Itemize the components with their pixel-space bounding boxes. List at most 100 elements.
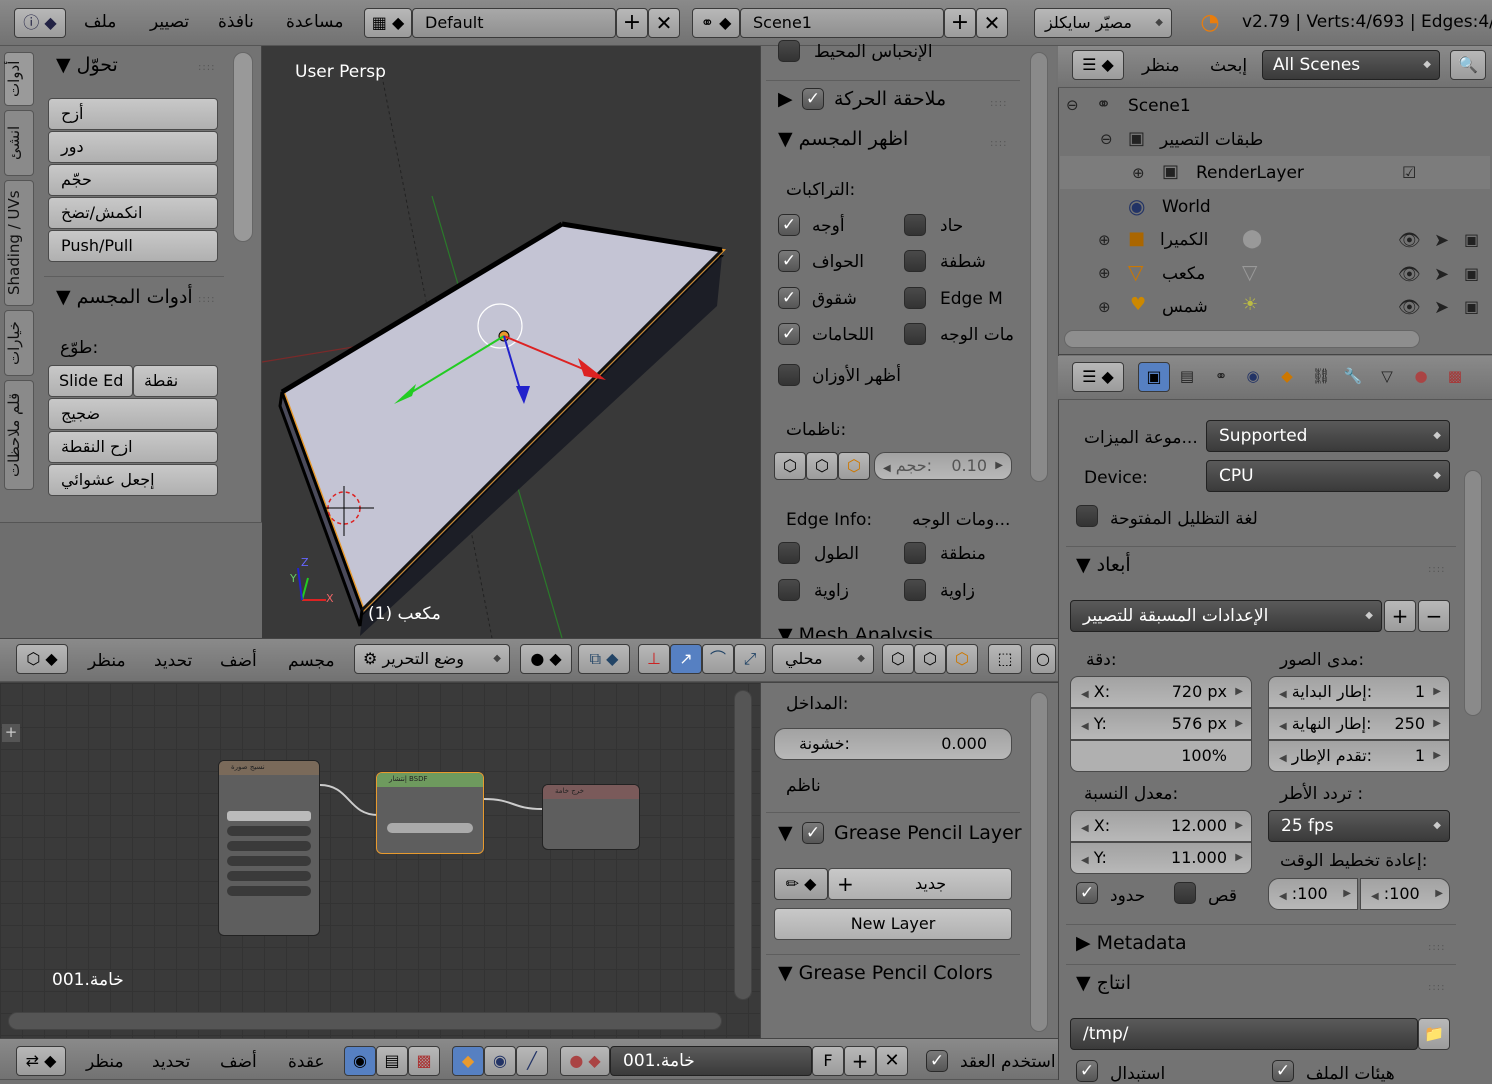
node-field[interactable] [227,856,311,866]
add-preset-button[interactable]: + [1384,600,1416,632]
view3d-view-menu[interactable]: منظر [88,651,126,671]
constraints-tab-icon[interactable]: ⛓ [1308,367,1334,385]
overwrite-checkbox[interactable]: ✓ [1076,1060,1098,1082]
vertex-select-mode[interactable]: ⬡ [882,644,914,674]
modifiers-tab-icon[interactable]: 🔧 [1340,367,1366,385]
expand-icon[interactable]: ⊕ [1098,298,1111,316]
outliner-editor-type[interactable]: ☰ ◆ [1072,50,1124,80]
add-node-plus-icon[interactable]: + [2,724,20,742]
frame-end-field[interactable]: ◀ إطار النهاية: 250 ▶ [1268,708,1450,740]
world-tab-icon[interactable]: ◉ [1240,367,1266,385]
drag-handle-icon[interactable]: :::: [1428,564,1445,575]
vertex-normals-button[interactable]: ⬡ [774,452,806,480]
drag-handle-icon[interactable]: :::: [1428,982,1445,993]
transform-header[interactable]: ▼ تحوّل [56,54,118,76]
node-select-menu[interactable]: تحديد [152,1052,190,1072]
mesh-analysis-header[interactable]: ▼ Mesh Analysis [778,624,933,638]
proportional-edit-button[interactable]: ○ [1030,644,1056,674]
crop-checkbox[interactable] [1174,882,1196,904]
render-engine-dropdown[interactable]: مصيّر سايكلز ◆ [1034,8,1172,38]
tool-push-pull-button[interactable]: Push/Pull [48,230,218,262]
outliner-item-cube[interactable]: مكعب [1162,264,1205,284]
osl-checkbox[interactable] [1076,505,1098,527]
scene-tab-icon[interactable]: ⚭ [1208,367,1234,385]
expand-icon[interactable]: ⊕ [1132,164,1145,182]
display-panel-scrollbar[interactable] [1030,52,1048,482]
material-tab-icon[interactable]: ● [1408,367,1434,385]
pivot-dropdown[interactable]: ⧉ ◆ [578,644,630,674]
file-extensions-checkbox[interactable]: ✓ [1272,1060,1294,1082]
selectable-cursor-icon[interactable]: ➤ [1434,264,1449,285]
renderable-camera-icon[interactable]: ▣ [1464,230,1479,249]
material-output-node[interactable]: خرج خامة [542,784,640,850]
outliner-item-renderlayer[interactable]: RenderLayer [1196,163,1304,183]
tab-grease-pencil[interactable]: قلم ملاحظات [4,380,34,490]
tab-tools[interactable]: أدوات [4,52,34,106]
frame-start-field[interactable]: ◀ إطار البداية: 1 ▶ [1268,676,1450,708]
node-editor-v-scrollbar[interactable] [734,690,752,1000]
new-grease-pencil-button[interactable]: + جديد [828,868,1012,900]
edge-length-checkbox[interactable] [778,542,800,564]
browse-folder-button[interactable]: 📁 [1418,1018,1450,1050]
visibility-eye-icon[interactable]: 👁 [1398,297,1421,318]
time-old-field[interactable]: ◀ :100 ▶ [1268,878,1358,910]
visibility-eye-icon[interactable]: 👁 [1398,264,1421,285]
tab-shading[interactable]: Shading / UVs [4,180,34,306]
aspect-x-field[interactable]: ◀ X: 12.000 ▶ [1070,810,1252,842]
image-texture-node[interactable]: نسيج صورة [218,760,320,936]
collapse-icon[interactable]: ⊖ [1066,96,1079,114]
drag-handle-icon[interactable]: :::: [1428,942,1445,953]
shader-nodes-button[interactable]: ◉ [344,1046,376,1076]
device-dropdown[interactable]: CPU ◆ [1206,460,1450,492]
collapse-icon[interactable]: ⊖ [1100,130,1113,148]
renderable-camera-icon[interactable]: ▣ [1464,297,1479,316]
outliner-item-world[interactable]: World [1162,197,1211,217]
scale-manipulator[interactable]: ⤢ [734,644,766,674]
tool-shrink-fatten-button[interactable]: انكمش/تضخ [48,197,218,229]
expand-icon[interactable]: ⊕ [1098,264,1111,282]
mode-dropdown[interactable]: ⚙ وضع التحرير ◆ [354,644,510,674]
node-field[interactable] [227,871,311,881]
output-path-field[interactable]: /tmp/ [1070,1018,1418,1050]
view3d-add-menu[interactable]: أضف [220,651,257,671]
layout-name-field[interactable]: Default [412,8,616,38]
tool-rotate-button[interactable]: دور [48,131,218,163]
menu-help[interactable]: مساعدة [286,12,343,32]
info-editor-button[interactable]: ⓘ ◆ [14,8,66,38]
grease-pencil-layer-header[interactable]: ▼ [778,822,793,844]
drag-handle-icon[interactable]: :::: [198,62,215,73]
world-shader-button[interactable]: ◉ [484,1046,516,1076]
drag-handle-icon[interactable]: :::: [198,294,215,305]
drag-handle-icon[interactable]: :::: [990,98,1007,109]
add-scene-button[interactable]: + [944,8,976,38]
motion-tracking-checkbox[interactable]: ✓ [802,88,824,110]
object-shader-button[interactable]: ◆ [452,1046,484,1076]
drag-handle-icon[interactable]: :::: [990,138,1007,149]
properties-scrollbar[interactable] [1464,470,1482,716]
feature-set-dropdown[interactable]: Supported ◆ [1206,420,1450,452]
node-add-menu[interactable]: أضف [220,1052,257,1072]
limit-selection-toggle[interactable]: ⬚ [988,644,1022,674]
layout-selector[interactable]: ▦ ◆ [364,8,412,38]
face-angle-checkbox[interactable] [904,579,926,601]
face-area-checkbox[interactable] [904,542,926,564]
scene-name-field[interactable]: Scene1 [740,8,944,38]
outliner-h-scrollbar[interactable] [1064,330,1420,348]
face-marks-checkbox[interactable] [904,323,926,345]
material-name-field[interactable]: خامة.001 [610,1046,812,1076]
translate-manipulator[interactable]: ↗ [670,644,702,674]
new-layer-button[interactable]: New Layer [774,908,1012,940]
aspect-y-field[interactable]: ◀ Y: 11.000 ▶ [1070,842,1252,874]
line-style-button[interactable]: ╱ [516,1046,548,1076]
texture-nodes-button[interactable]: ▩ [408,1046,440,1076]
tool-scale-button[interactable]: حجّم [48,164,218,196]
ambient-occlusion-checkbox[interactable] [778,40,800,62]
roughness-field[interactable]: خشونة: 0.000 [774,728,1012,760]
view3d-editor-type[interactable]: ⬡ ◆ [16,644,68,674]
mesh-display-header[interactable]: ▼ اظهر المجسم [778,128,908,150]
sharp-checkbox[interactable] [904,214,926,236]
tool-noise-button[interactable]: ضجيج [48,398,218,430]
new-material-button[interactable]: + [844,1046,876,1076]
node-field[interactable] [227,826,311,836]
outliner-item-render-layers[interactable]: طبقات التصيير [1160,130,1263,150]
